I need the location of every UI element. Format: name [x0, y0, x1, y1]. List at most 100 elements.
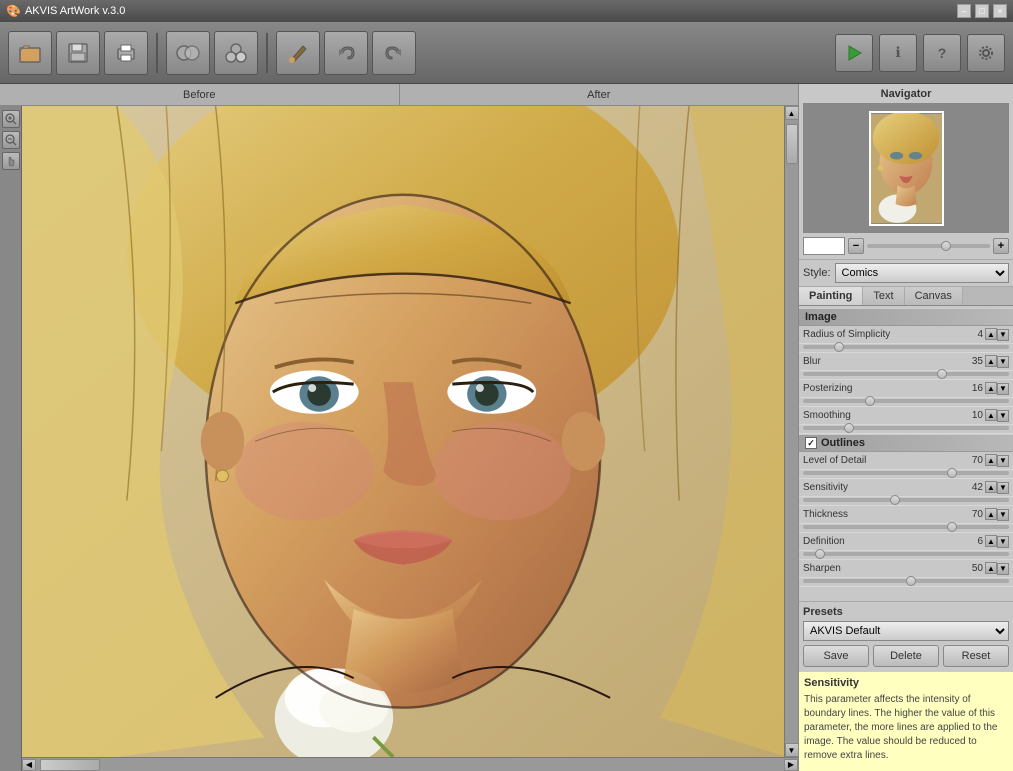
- blur-label: Blur: [803, 356, 961, 367]
- play-icon: [845, 44, 863, 62]
- help-button[interactable]: ?: [923, 34, 961, 72]
- zoom-slider[interactable]: [867, 244, 990, 248]
- smoothing-slider[interactable]: [803, 426, 1009, 430]
- zoom-plus-button[interactable]: +: [993, 238, 1009, 254]
- toolbar-right: ℹ ?: [835, 34, 1005, 72]
- scroll-left-arrow[interactable]: ◀: [22, 759, 36, 771]
- level-detail-up-button[interactable]: ▲: [985, 454, 997, 466]
- sharpen-slider[interactable]: [803, 579, 1009, 583]
- preferences-button[interactable]: [967, 34, 1005, 72]
- smoothing-slider-row: [799, 425, 1013, 434]
- sharpen-up-button[interactable]: ▲: [985, 562, 997, 574]
- presets-select[interactable]: AKVIS Default: [803, 621, 1009, 641]
- radius-down-button[interactable]: ▼: [997, 329, 1009, 341]
- close-button[interactable]: ×: [993, 4, 1007, 18]
- scroll-thumb-vertical[interactable]: [786, 124, 798, 164]
- thickness-up-button[interactable]: ▲: [985, 508, 997, 520]
- undo-button[interactable]: [324, 31, 368, 75]
- sharpen-slider-thumb[interactable]: [906, 576, 916, 586]
- horizontal-scrollbar[interactable]: ◀ ▶: [22, 757, 798, 771]
- image-section-header: Image: [799, 308, 1013, 326]
- hand-tool[interactable]: [2, 152, 20, 170]
- minimize-button[interactable]: –: [957, 4, 971, 18]
- save-preset-button[interactable]: Save: [803, 645, 869, 667]
- tab-text[interactable]: Text: [863, 287, 904, 305]
- canvas-image[interactable]: [22, 106, 784, 757]
- blur-slider-row: [799, 371, 1013, 380]
- definition-slider-thumb[interactable]: [815, 549, 825, 559]
- thickness-slider[interactable]: [803, 525, 1009, 529]
- radius-up-button[interactable]: ▲: [985, 328, 997, 340]
- scroll-thumb-horizontal[interactable]: [40, 759, 100, 771]
- tab-canvas[interactable]: Canvas: [905, 287, 963, 305]
- level-detail-slider[interactable]: [803, 471, 1009, 475]
- open-button[interactable]: [8, 31, 52, 75]
- sensitivity-slider-thumb[interactable]: [890, 495, 900, 505]
- navigator-title: Navigator: [803, 88, 1009, 100]
- sensitivity-slider[interactable]: [803, 498, 1009, 502]
- zoom-minus-button[interactable]: −: [848, 238, 864, 254]
- param-row-definition: Definition 6 ▲ ▼: [799, 533, 1013, 551]
- outlines-label: Outlines: [821, 437, 865, 449]
- radius-slider-thumb[interactable]: [834, 342, 844, 352]
- vertical-scrollbar[interactable]: ▲ ▼: [784, 106, 798, 757]
- smoothing-up-button[interactable]: ▲: [985, 409, 997, 421]
- style-select[interactable]: Comics Watercolor Oil Painting Sketch: [835, 263, 1009, 283]
- zoom-out-icon: [5, 134, 17, 146]
- brush-tool-button[interactable]: [276, 31, 320, 75]
- smoothing-down-button[interactable]: ▼: [997, 410, 1009, 422]
- definition-down-button[interactable]: ▼: [997, 536, 1009, 548]
- sensitivity-up-button[interactable]: ▲: [985, 481, 997, 493]
- thickness-down-button[interactable]: ▼: [997, 509, 1009, 521]
- blur-slider[interactable]: [803, 372, 1009, 376]
- scroll-down-arrow[interactable]: ▼: [785, 743, 799, 757]
- sharpen-down-button[interactable]: ▼: [997, 563, 1009, 575]
- posterizing-down-button[interactable]: ▼: [997, 383, 1009, 395]
- zoom-input[interactable]: 50%: [803, 237, 845, 255]
- definition-slider[interactable]: [803, 552, 1009, 556]
- posterizing-up-button[interactable]: ▲: [985, 382, 997, 394]
- reset-preset-button[interactable]: Reset: [943, 645, 1009, 667]
- sensitivity-slider-row: [799, 497, 1013, 506]
- posterizing-slider[interactable]: [803, 399, 1009, 403]
- zoom-slider-thumb[interactable]: [941, 241, 951, 251]
- outlines-checkbox[interactable]: ✓: [805, 437, 817, 449]
- checkbox-check: ✓: [807, 438, 815, 449]
- blur-down-button[interactable]: ▼: [997, 356, 1009, 368]
- after-label: After: [400, 84, 799, 105]
- redo-button[interactable]: [372, 31, 416, 75]
- param-row-radius: Radius of Simplicity 4 ▲ ▼: [799, 326, 1013, 344]
- blur-slider-thumb[interactable]: [937, 369, 947, 379]
- thickness-slider-thumb[interactable]: [947, 522, 957, 532]
- clone-button[interactable]: [166, 31, 210, 75]
- definition-up-button[interactable]: ▲: [985, 535, 997, 547]
- run-button[interactable]: [835, 34, 873, 72]
- gear-icon: [977, 44, 995, 62]
- tab-painting[interactable]: Painting: [799, 287, 863, 305]
- definition-label: Definition: [803, 536, 961, 547]
- app-title: AKVIS ArtWork v.3.0: [25, 5, 125, 17]
- maximize-button[interactable]: □: [975, 4, 989, 18]
- help-icon: ?: [938, 45, 947, 61]
- scroll-up-arrow[interactable]: ▲: [785, 106, 799, 120]
- scroll-right-arrow[interactable]: ▶: [784, 759, 798, 771]
- radius-slider[interactable]: [803, 345, 1009, 349]
- definition-slider-row: [799, 551, 1013, 560]
- info-button[interactable]: ℹ: [879, 34, 917, 72]
- level-detail-slider-thumb[interactable]: [947, 468, 957, 478]
- hand-icon: [5, 155, 17, 167]
- save-button[interactable]: [56, 31, 100, 75]
- params-panel: Image Radius of Simplicity 4 ▲ ▼ Blur 35…: [799, 306, 1013, 601]
- sharpen-value: 50: [961, 563, 983, 574]
- print-button[interactable]: [104, 31, 148, 75]
- navigator: Navigator: [799, 84, 1013, 260]
- smoothing-slider-thumb[interactable]: [844, 423, 854, 433]
- merge-button[interactable]: [214, 31, 258, 75]
- sensitivity-down-button[interactable]: ▼: [997, 482, 1009, 494]
- posterizing-slider-thumb[interactable]: [865, 396, 875, 406]
- blur-up-button[interactable]: ▲: [985, 355, 997, 367]
- level-detail-down-button[interactable]: ▼: [997, 455, 1009, 467]
- zoom-in-tool[interactable]: [2, 110, 20, 128]
- zoom-out-tool[interactable]: [2, 131, 20, 149]
- delete-preset-button[interactable]: Delete: [873, 645, 939, 667]
